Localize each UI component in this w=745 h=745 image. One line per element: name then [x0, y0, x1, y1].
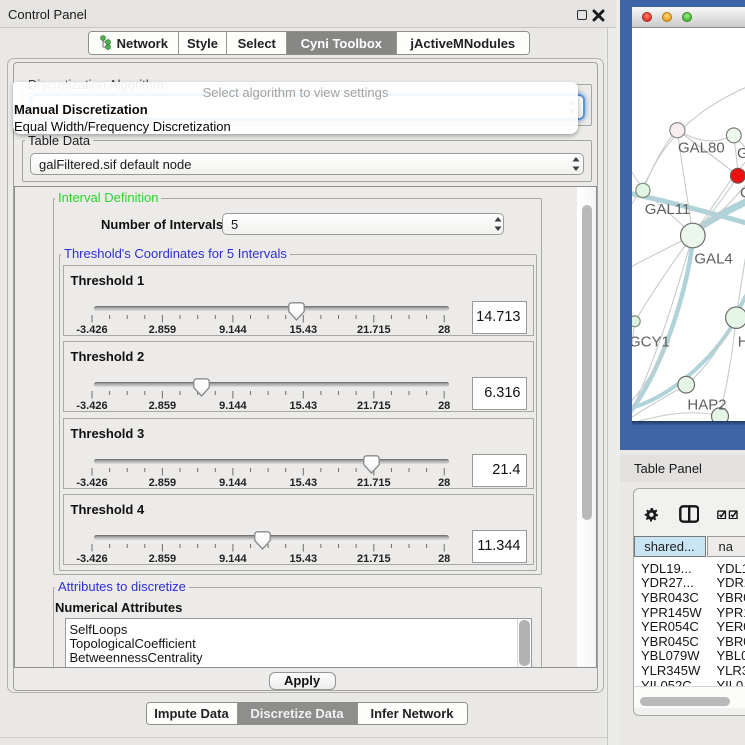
svg-text:C: C [740, 185, 745, 202]
svg-text:H: H [737, 334, 745, 351]
svg-text:GAL11: GAL11 [644, 201, 690, 218]
svg-text:HAP2: HAP2 [687, 397, 726, 414]
svg-text:GAL4: GAL4 [694, 251, 732, 268]
svg-text:GAL80: GAL80 [678, 140, 725, 157]
svg-text:GCY1: GCY1 [632, 334, 670, 351]
svg-text:G.: G. [737, 145, 745, 162]
